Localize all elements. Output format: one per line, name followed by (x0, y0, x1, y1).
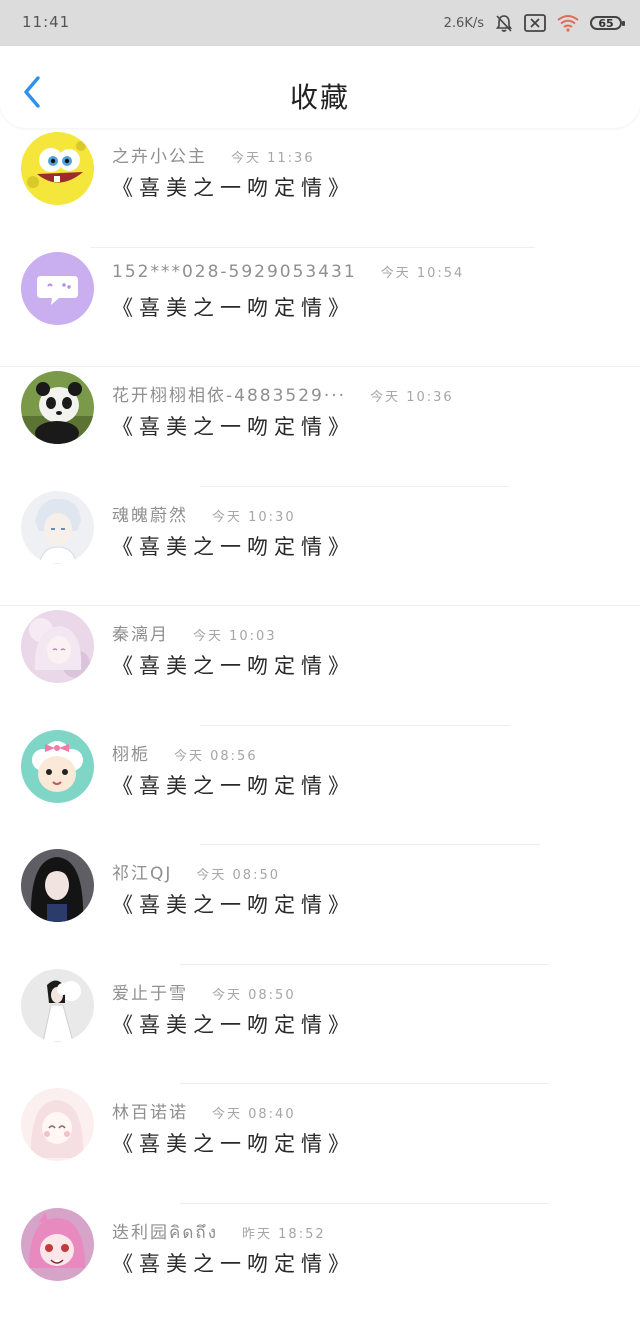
white-dress-avatar[interactable] (21, 969, 94, 1042)
sender-name: 爱止于雪 (112, 979, 188, 1004)
item-time: 今天 08:40 (212, 1103, 296, 1122)
item-time: 昨天 18:52 (242, 1223, 326, 1242)
status-time: 11:41 (22, 13, 70, 31)
list-item[interactable]: 栩栀 今天 08:56 《喜美之一吻定情》 (0, 726, 640, 846)
item-time: 今天 10:54 (381, 262, 465, 281)
status-bar: 11:41 2.6K/s 65 (0, 0, 640, 46)
list-item[interactable]: 花开栩栩相依-4883529··· 今天 10:36 《喜美之一吻定情》 (0, 367, 640, 487)
dark-hair-avatar[interactable] (21, 849, 94, 922)
item-meta: 秦漓月 今天 10:03 (112, 620, 277, 645)
list-item[interactable]: 迭利园คิดถึง 昨天 18:52 《喜美之一吻定情》 (0, 1204, 640, 1323)
sender-name: 之卉小公主 (112, 142, 207, 167)
battery-level: 65 (598, 17, 613, 30)
item-meta: 栩栀 今天 08:56 (112, 740, 258, 765)
sender-name: 迭利园คิดถึง (112, 1218, 218, 1246)
sender-name: 林百诺诺 (112, 1098, 188, 1123)
sheep-avatar[interactable] (21, 730, 94, 803)
list-item[interactable]: 之卉小公主 今天 11:36 《喜美之一吻定情》 (0, 128, 640, 248)
item-message: 《喜美之一吻定情》 (112, 1009, 355, 1039)
anime-boy-avatar[interactable] (21, 491, 94, 564)
item-time: 今天 08:50 (212, 984, 296, 1003)
item-time: 今天 10:36 (370, 386, 454, 405)
nav-header: 收藏 (0, 46, 640, 128)
item-message: 《喜美之一吻定情》 (112, 889, 355, 919)
item-message: 《喜美之一吻定情》 (112, 770, 355, 800)
item-meta: 之卉小公主 今天 11:36 (112, 142, 315, 167)
item-message: 《喜美之一吻定情》 (112, 531, 355, 561)
spongebob-avatar[interactable] (21, 132, 94, 205)
page-title: 收藏 (0, 76, 640, 116)
battery-indicator: 65 (590, 16, 622, 30)
net-speed: 2.6K/s (444, 16, 484, 31)
item-meta: 祁江QJ 今天 08:50 (112, 859, 280, 884)
list-item[interactable]: 魂魄蔚然 今天 10:30 《喜美之一吻定情》 (0, 487, 640, 607)
sender-name: 魂魄蔚然 (112, 501, 188, 526)
item-time: 今天 10:03 (193, 625, 277, 644)
wifi-icon (556, 14, 580, 32)
item-message: 《喜美之一吻定情》 (112, 1248, 355, 1278)
sim-off-icon (524, 14, 546, 32)
sender-name: 栩栀 (112, 740, 150, 765)
list-item[interactable]: 152***028-5929053431 今天 10:54 《喜美之一吻定情》 (0, 248, 640, 368)
sender-name: 祁江QJ (112, 859, 172, 884)
item-message: 《喜美之一吻定情》 (112, 1128, 355, 1158)
status-icons: 2.6K/s 65 (444, 10, 622, 36)
sender-name: 152***028-5929053431 (112, 262, 357, 282)
item-meta: 152***028-5929053431 今天 10:54 (112, 262, 464, 282)
item-meta: 爱止于雪 今天 08:50 (112, 979, 296, 1004)
sender-name: 秦漓月 (112, 620, 169, 645)
list-item[interactable]: 秦漓月 今天 10:03 《喜美之一吻定情》 (0, 606, 640, 726)
item-message: 《喜美之一吻定情》 (112, 650, 355, 680)
item-time: 今天 08:56 (174, 745, 258, 764)
item-time: 今天 08:50 (196, 864, 280, 883)
item-time: 今天 10:30 (212, 506, 296, 525)
sender-name: 花开栩栩相依-4883529··· (112, 381, 346, 406)
favorites-list: 之卉小公主 今天 11:36 《喜美之一吻定情》 152***028-59290… (0, 128, 640, 1323)
panda-avatar[interactable] (21, 371, 94, 444)
item-meta: 林百诺诺 今天 08:40 (112, 1098, 296, 1123)
item-message: 《喜美之一吻定情》 (112, 411, 355, 441)
list-item[interactable]: 林百诺诺 今天 08:40 《喜美之一吻定情》 (0, 1084, 640, 1204)
item-meta: 魂魄蔚然 今天 10:30 (112, 501, 296, 526)
item-time: 今天 11:36 (231, 147, 315, 166)
anime-girl-avatar[interactable] (21, 610, 94, 683)
item-message: 《喜美之一吻定情》 (112, 172, 355, 202)
item-meta: 迭利园คิดถึง 昨天 18:52 (112, 1218, 326, 1246)
chat-bubble-avatar[interactable] (21, 252, 94, 325)
list-item[interactable]: 爱止于雪 今天 08:50 《喜美之一吻定情》 (0, 965, 640, 1085)
item-meta: 花开栩栩相依-4883529··· 今天 10:36 (112, 381, 454, 406)
list-item[interactable]: 祁江QJ 今天 08:50 《喜美之一吻定情》 (0, 845, 640, 965)
pink-anime-avatar[interactable] (21, 1208, 94, 1281)
pink-hair-avatar[interactable] (21, 1088, 94, 1161)
item-message: 《喜美之一吻定情》 (112, 292, 355, 322)
bell-muted-icon (494, 13, 514, 33)
